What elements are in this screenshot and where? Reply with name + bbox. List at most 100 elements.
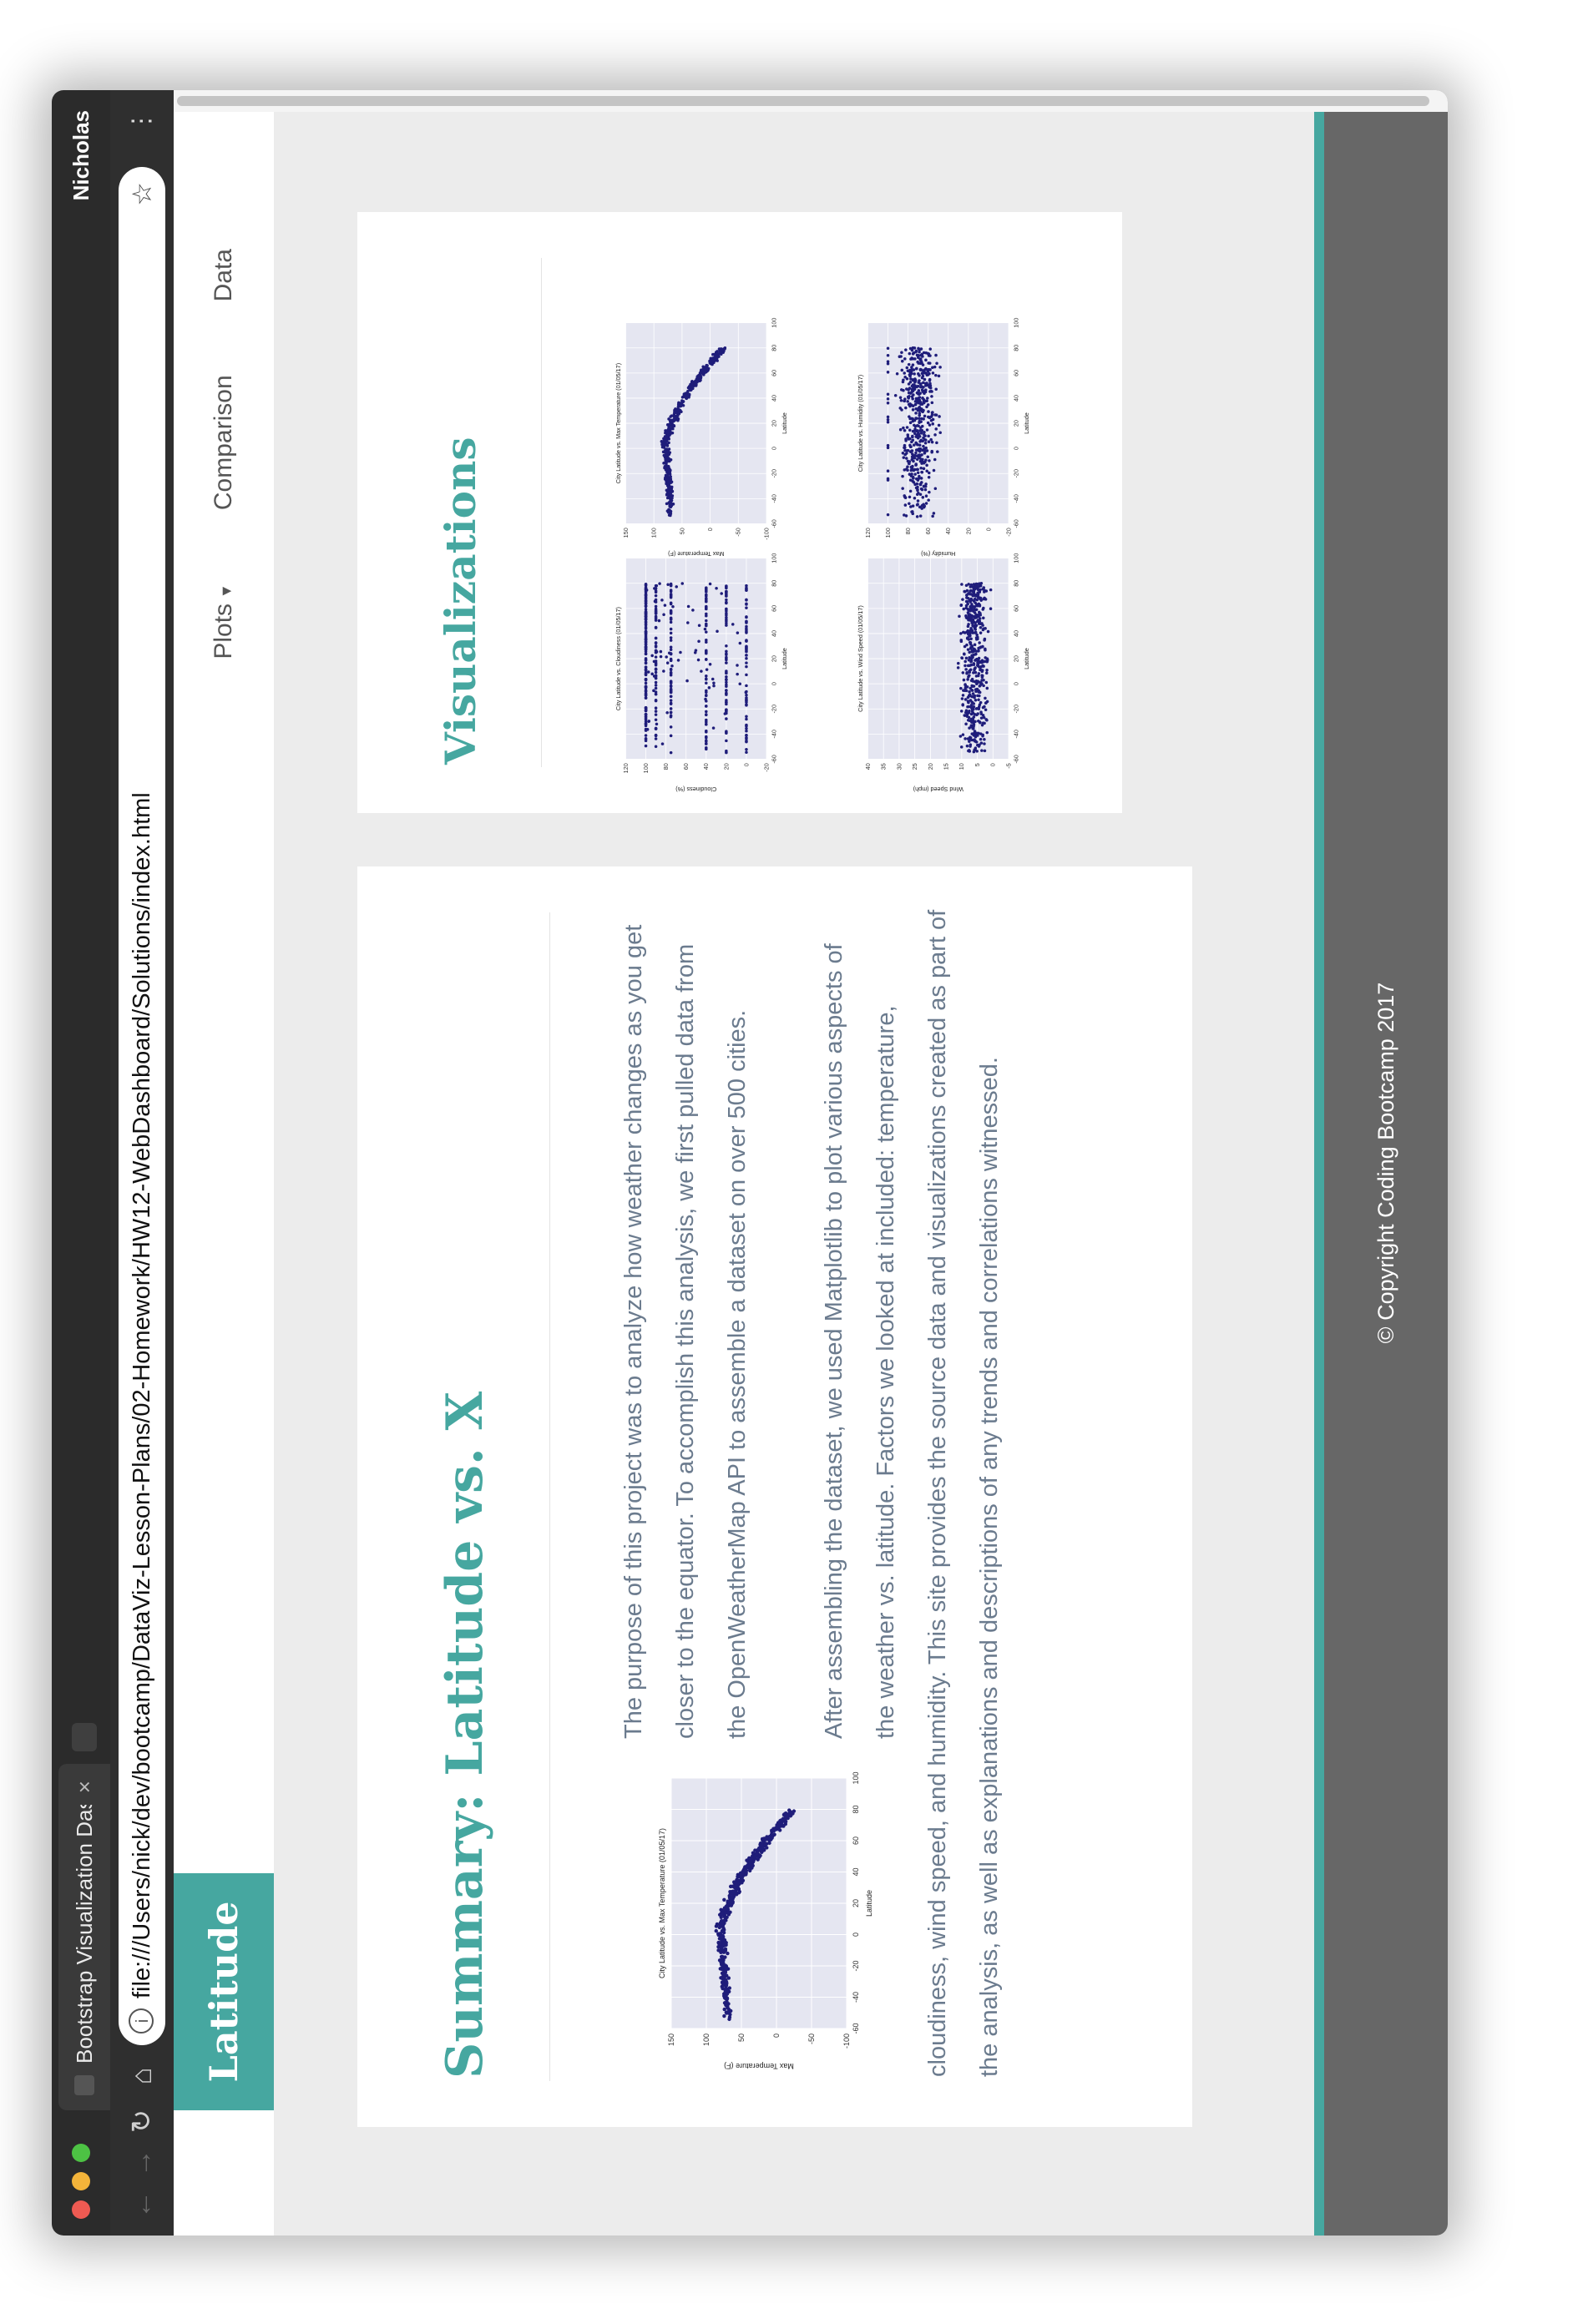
data-point xyxy=(662,613,665,617)
data-point xyxy=(966,648,970,651)
maximize-window-button[interactable] xyxy=(72,2144,90,2162)
data-point xyxy=(930,413,934,417)
data-point xyxy=(912,443,916,447)
data-point xyxy=(960,697,964,700)
data-point xyxy=(670,496,674,500)
data-point xyxy=(921,496,925,499)
data-point xyxy=(670,418,674,422)
data-point xyxy=(700,669,703,673)
data-point xyxy=(718,350,722,353)
data-point xyxy=(694,649,698,652)
data-point xyxy=(705,710,708,714)
nav-link-plots[interactable]: Plots ▼ xyxy=(210,584,238,659)
x-tick-label: 20 xyxy=(1012,420,1019,427)
data-point xyxy=(959,639,963,644)
data-point xyxy=(725,674,728,679)
data-point xyxy=(966,695,970,700)
new-tab-button[interactable] xyxy=(72,1723,97,1751)
nav-link-comparison[interactable]: Comparison xyxy=(210,375,238,510)
home-icon[interactable]: ⌂ xyxy=(119,2057,165,2095)
browser-tab[interactable]: Bootstrap Visualization Dashb × xyxy=(58,1764,110,2110)
scrollbar-thumb[interactable] xyxy=(177,96,1429,106)
data-point xyxy=(654,706,658,710)
data-point xyxy=(913,384,917,387)
data-point xyxy=(725,619,728,623)
data-point xyxy=(886,360,890,363)
data-point xyxy=(665,655,668,659)
cloudiness-chart-thumbnail[interactable]: -60 -40 -20 0 20 40 60 80 100 -20 0 20 40 60 80 100 120 C… xyxy=(599,543,818,798)
data-point xyxy=(980,674,984,677)
data-point xyxy=(926,455,930,458)
tab-close-icon[interactable]: × xyxy=(58,1781,110,1793)
data-point xyxy=(669,734,673,738)
data-point xyxy=(963,698,968,701)
data-point xyxy=(969,641,973,644)
data-point xyxy=(969,592,972,596)
data-point xyxy=(982,627,985,630)
data-point xyxy=(644,644,648,649)
star-icon[interactable]: ☆ xyxy=(119,182,165,206)
data-point xyxy=(669,627,673,631)
y-axis-label: Cloudiness (%) xyxy=(675,786,716,793)
data-point xyxy=(974,582,979,586)
data-point xyxy=(914,412,918,415)
footer: © Copyright Coding Bootcamp 2017 xyxy=(1324,90,1448,2236)
data-point xyxy=(725,708,728,712)
y-tick-label: 100 xyxy=(642,763,650,773)
data-point xyxy=(644,601,648,604)
url-text[interactable]: file:///Users/nick/dev/bootcamp/DataViz-… xyxy=(119,792,165,1998)
y-tick-label: 25 xyxy=(911,763,918,770)
x-tick-label: 20 xyxy=(770,655,777,662)
info-icon[interactable]: i xyxy=(129,2008,154,2034)
data-point xyxy=(744,690,748,695)
data-point xyxy=(933,433,937,437)
x-tick-label: 60 xyxy=(1012,605,1019,612)
address-bar[interactable]: i file:///Users/nick/dev/bootcamp/DataVi… xyxy=(119,167,165,2045)
data-point xyxy=(918,412,922,416)
data-point xyxy=(736,672,739,676)
humidity-chart-thumbnail[interactable]: -60 -40 -20 0 20 40 60 80 100 -20 0 20 40 60 80 100 120 C… xyxy=(842,308,1060,563)
data-point xyxy=(920,453,923,457)
temperature-chart-thumbnail[interactable]: -60 -40 -20 0 20 40 60 80 100 -100 -50 0 50 100 150 Cit… xyxy=(599,308,818,563)
data-point xyxy=(644,582,648,586)
data-point xyxy=(922,447,925,452)
data-point xyxy=(969,597,973,601)
data-point xyxy=(668,422,672,427)
data-point xyxy=(745,673,748,677)
x-tick-label: -40 xyxy=(1012,494,1019,503)
wind-speed-chart-thumbnail[interactable]: -60 -40 -20 0 20 40 60 80 100 -5 0 5 10 15 20 25 30 35 40 C… xyxy=(842,543,1060,798)
forward-arrow-icon[interactable]: → xyxy=(119,2144,165,2182)
data-point xyxy=(687,396,690,399)
data-point xyxy=(644,685,648,688)
data-point xyxy=(905,366,909,370)
chart-title: City Latitude vs. Humidity (01/05/17) xyxy=(857,375,864,472)
data-point xyxy=(705,681,708,685)
data-point xyxy=(979,622,983,626)
close-window-button[interactable] xyxy=(72,2200,90,2219)
data-point xyxy=(644,588,648,591)
data-point xyxy=(923,452,927,455)
vertical-scrollbar[interactable] xyxy=(174,90,1448,112)
minimize-window-button[interactable] xyxy=(72,2172,90,2190)
chart-title: City Latitude vs. Max Temperature (01/05… xyxy=(614,363,622,483)
data-point xyxy=(979,737,983,741)
data-point xyxy=(927,434,930,438)
data-point xyxy=(922,444,925,448)
data-point xyxy=(905,426,909,429)
data-point xyxy=(717,355,721,358)
data-point xyxy=(919,382,923,386)
data-point xyxy=(938,366,942,369)
reload-icon[interactable]: ↻ xyxy=(119,2102,165,2140)
data-point xyxy=(720,592,723,595)
kebab-menu-icon[interactable]: ⋮ xyxy=(119,109,165,134)
nav-link-data[interactable]: Data xyxy=(210,249,238,301)
data-point xyxy=(715,586,718,590)
back-arrow-icon[interactable]: ← xyxy=(119,2185,165,2224)
data-point xyxy=(745,750,748,754)
data-point xyxy=(918,409,922,412)
data-point xyxy=(654,686,658,690)
data-point xyxy=(974,699,978,702)
profile-name[interactable]: Nicholas xyxy=(52,110,110,200)
navbar-brand[interactable]: Latitude xyxy=(174,1873,274,2110)
data-point xyxy=(738,682,742,686)
